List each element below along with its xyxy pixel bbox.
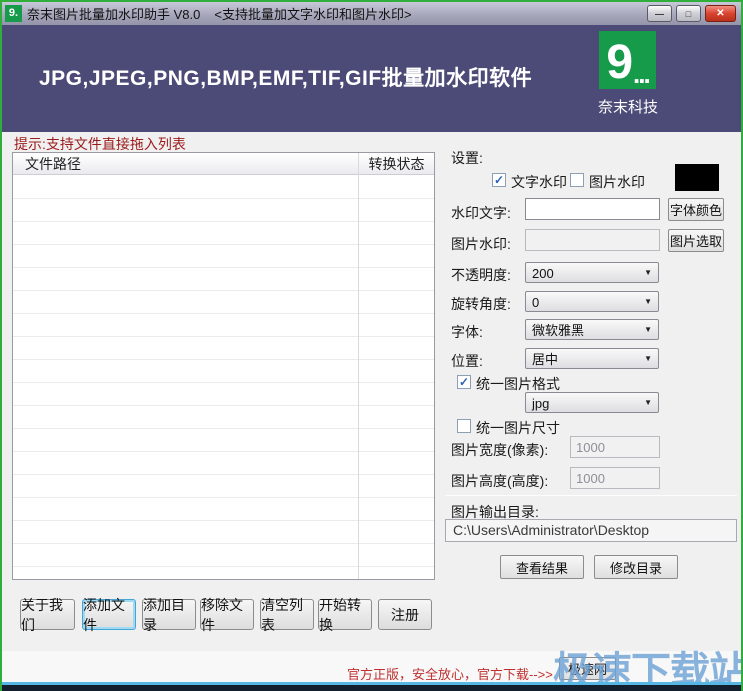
position-label: 位置: xyxy=(451,351,483,371)
chevron-down-icon: ▼ xyxy=(644,354,652,364)
font-color-button[interactable]: 字体颜色 xyxy=(668,198,724,221)
titlebar[interactable]: 9. 奈末图片批量加水印助手 V8.0 <支持批量加文字水印和图片水印> — □… xyxy=(2,2,741,25)
image-watermark-checkbox[interactable] xyxy=(570,173,584,187)
column-header-filepath[interactable]: 文件路径 xyxy=(25,153,81,175)
image-width-input xyxy=(570,436,660,458)
about-us-button[interactable]: 关于我们 xyxy=(20,599,75,630)
close-button[interactable]: ✕ xyxy=(705,5,736,22)
chevron-down-icon: ▼ xyxy=(644,268,652,278)
download-site-button[interactable]: 极速网 xyxy=(559,657,616,680)
divider xyxy=(445,495,737,496)
minimize-button[interactable]: — xyxy=(647,5,672,22)
bottom-edge-border xyxy=(2,685,741,691)
column-divider xyxy=(358,153,359,579)
brand-logo-icon: 9... xyxy=(599,31,656,89)
check-icon: ✓ xyxy=(494,174,504,186)
chevron-down-icon: ▼ xyxy=(644,325,652,335)
opacity-select[interactable]: 200 ▼ xyxy=(525,262,659,283)
close-icon: ✕ xyxy=(716,8,724,19)
logo-nine: 9 xyxy=(606,37,633,89)
font-label: 字体: xyxy=(451,322,483,342)
image-height-label: 图片高度(高度): xyxy=(451,471,548,491)
add-folder-button[interactable]: 添加目录 xyxy=(142,599,196,630)
start-convert-button[interactable]: 开始转换 xyxy=(318,599,372,630)
maximize-icon: □ xyxy=(686,9,691,19)
unify-size-label: 统一图片尺寸 xyxy=(476,418,560,438)
text-watermark-checkbox[interactable]: ✓ xyxy=(492,173,506,187)
opacity-value: 200 xyxy=(532,265,554,282)
unify-format-checkbox[interactable]: ✓ xyxy=(457,375,471,389)
chevron-down-icon: ▼ xyxy=(644,297,652,307)
font-color-swatch xyxy=(675,164,719,191)
file-list-table[interactable]: 文件路径 转换状态 xyxy=(12,152,435,580)
brand-caption: 奈末科技 xyxy=(587,96,669,117)
app-headline: JPG,JPEG,PNG,BMP,EMF,TIF,GIF批量加水印软件 xyxy=(39,62,532,92)
settings-heading: 设置: xyxy=(451,148,483,168)
drag-tip: 提示:支持文件直接拖入列表 xyxy=(14,134,186,154)
table-header: 文件路径 转换状态 xyxy=(13,153,434,175)
text-watermark-label: 文字水印 xyxy=(511,172,567,192)
watermark-image-input xyxy=(525,229,660,251)
chevron-down-icon: ▼ xyxy=(644,398,652,408)
unify-format-label: 统一图片格式 xyxy=(476,374,560,394)
position-select[interactable]: 居中 ▼ xyxy=(525,348,659,369)
output-dir-path: C:\Users\Administrator\Desktop xyxy=(445,519,737,542)
window-subtitle: <支持批量加文字水印和图片水印> xyxy=(214,4,411,23)
view-result-button[interactable]: 查看结果 xyxy=(500,555,584,579)
column-header-status[interactable]: 转换状态 xyxy=(358,153,435,175)
clear-list-button[interactable]: 清空列表 xyxy=(260,599,314,630)
maximize-button[interactable]: □ xyxy=(676,5,701,22)
format-value: jpg xyxy=(532,395,549,412)
app-window: 9. 奈末图片批量加水印助手 V8.0 <支持批量加文字水印和图片水印> — □… xyxy=(0,0,743,691)
position-value: 居中 xyxy=(532,351,558,368)
image-height-input xyxy=(570,467,660,489)
font-value: 微软雅黑 xyxy=(532,322,584,339)
add-files-button[interactable]: 添加文件 xyxy=(82,599,136,630)
image-width-label: 图片宽度(像素): xyxy=(451,440,548,460)
font-select[interactable]: 微软雅黑 ▼ xyxy=(525,319,659,340)
rotation-select[interactable]: 0 ▼ xyxy=(525,291,659,312)
check-icon: ✓ xyxy=(459,376,469,388)
modify-dir-button[interactable]: 修改目录 xyxy=(594,555,678,579)
format-select[interactable]: jpg ▼ xyxy=(525,392,659,413)
watermark-text-input[interactable] xyxy=(525,198,660,220)
minimize-icon: — xyxy=(655,9,664,19)
watermark-image-label: 图片水印: xyxy=(451,234,511,254)
app-logo-icon: 9. xyxy=(5,5,22,22)
window-title: 奈末图片批量加水印助手 V8.0 xyxy=(27,4,200,23)
image-watermark-label: 图片水印 xyxy=(589,172,645,192)
unify-size-checkbox[interactable] xyxy=(457,419,471,433)
header-banner: JPG,JPEG,PNG,BMP,EMF,TIF,GIF批量加水印软件 9...… xyxy=(2,25,741,132)
register-button[interactable]: 注册 xyxy=(378,599,432,630)
remove-files-button[interactable]: 移除文件 xyxy=(200,599,254,630)
pick-image-button[interactable]: 图片选取 xyxy=(668,229,724,252)
rotation-label: 旋转角度: xyxy=(451,294,511,314)
window-controls: — □ ✕ xyxy=(647,5,738,22)
table-body[interactable] xyxy=(13,176,434,579)
opacity-label: 不透明度: xyxy=(451,265,511,285)
rotation-value: 0 xyxy=(532,294,539,311)
logo-dots: ... xyxy=(633,59,649,89)
watermark-text-label: 水印文字: xyxy=(451,203,511,223)
official-download-text: 官方正版，安全放心，官方下载-->> xyxy=(347,664,553,683)
